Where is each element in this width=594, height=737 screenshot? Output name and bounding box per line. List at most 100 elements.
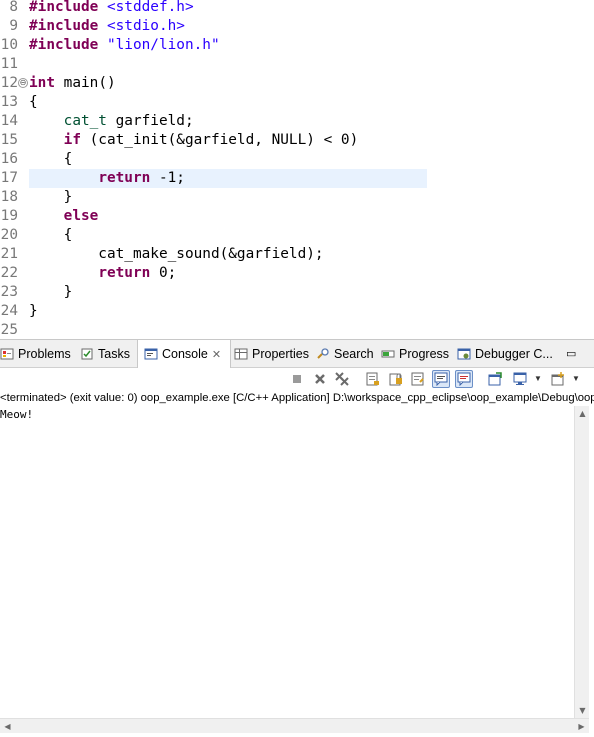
minimize-view-button[interactable]: ▭ bbox=[566, 340, 576, 368]
code-line[interactable]: 11 bbox=[0, 55, 594, 74]
code-line[interactable]: 18 } bbox=[0, 188, 594, 207]
open-console-icon bbox=[551, 372, 564, 386]
code-line[interactable]: 23 } bbox=[0, 283, 594, 302]
tab-label: Search bbox=[334, 347, 374, 361]
properties-icon bbox=[234, 348, 248, 360]
fold-toggle-icon[interactable]: ⊖ bbox=[18, 78, 28, 88]
chevron-down-icon[interactable]: ▼ bbox=[534, 374, 542, 383]
tab-label: Console bbox=[162, 347, 208, 361]
word-wrap-button[interactable] bbox=[409, 370, 427, 388]
code-line[interactable]: 12 ⊖ int main() bbox=[0, 74, 594, 93]
problems-icon bbox=[0, 348, 14, 360]
line-code: { bbox=[29, 93, 38, 112]
close-icon[interactable]: ✕ bbox=[212, 341, 221, 369]
tab-progress[interactable]: Progress bbox=[381, 340, 449, 368]
tab-search[interactable]: Search bbox=[316, 340, 374, 368]
code-line[interactable]: 8 #include <stddef.h> bbox=[0, 0, 594, 17]
code-token: cat_t bbox=[63, 113, 107, 129]
code-token: "lion/lion.h" bbox=[98, 37, 220, 53]
open-console-button[interactable] bbox=[549, 370, 567, 388]
horizontal-scrollbar[interactable]: ◀ ▶ bbox=[0, 718, 589, 733]
scroll-right-icon[interactable]: ▶ bbox=[574, 719, 589, 734]
code-token: -1; bbox=[150, 170, 185, 186]
scroll-lock-button[interactable] bbox=[387, 370, 405, 388]
vertical-scrollbar[interactable]: ▲ ▼ bbox=[574, 406, 589, 718]
code-token: { bbox=[29, 151, 73, 167]
line-code: #include "lion/lion.h" bbox=[29, 36, 220, 55]
code-token: { bbox=[29, 227, 73, 243]
code-token: int bbox=[29, 75, 55, 91]
console-icon bbox=[144, 348, 158, 360]
code-token: else bbox=[63, 208, 99, 224]
line-number: 20 bbox=[0, 227, 18, 243]
code-editor[interactable]: 8 #include <stddef.h> 9 #include <stdio.h> 1… bbox=[0, 0, 594, 339]
display-selected-console-button[interactable] bbox=[511, 370, 529, 388]
debugger-console-icon bbox=[457, 348, 471, 360]
line-number: 12 bbox=[0, 75, 18, 91]
code-line[interactable]: 24} bbox=[0, 302, 594, 321]
code-line[interactable]: 20 { bbox=[0, 226, 594, 245]
line-number: 21 bbox=[0, 246, 18, 262]
show-console-on-stdout-button[interactable] bbox=[432, 370, 450, 388]
code-token: } bbox=[29, 303, 38, 319]
code-token: } bbox=[29, 189, 73, 205]
remove-launch-button[interactable] bbox=[311, 370, 329, 388]
line-number: 17 bbox=[0, 170, 18, 186]
clear-console-icon bbox=[366, 372, 379, 386]
code-line[interactable]: 10 #include "lion/lion.h" bbox=[0, 36, 594, 55]
console-toolbar: ▼ ▼ bbox=[0, 368, 594, 390]
progress-icon bbox=[381, 350, 395, 358]
code-line[interactable]: 13 { bbox=[0, 93, 594, 112]
line-number: 8 bbox=[9, 0, 18, 15]
code-line[interactable]: 15 if (cat_init(&garfield, NULL) < 0) bbox=[0, 131, 594, 150]
line-code: } bbox=[29, 188, 73, 207]
code-token: cat_make_sound(&garfield); bbox=[29, 246, 324, 262]
minimize-icon: ▭ bbox=[566, 348, 577, 360]
line-number: 11 bbox=[0, 56, 18, 72]
line-code: { bbox=[29, 226, 73, 245]
code-token: #include bbox=[29, 0, 99, 15]
tab-tasks[interactable]: Tasks bbox=[80, 340, 130, 368]
code-line[interactable]: 21 cat_make_sound(&garfield); bbox=[0, 245, 594, 264]
stderr-icon bbox=[457, 372, 471, 386]
code-token: 0; bbox=[150, 265, 177, 281]
show-console-on-stderr-button[interactable] bbox=[455, 370, 473, 388]
code-line[interactable]: 22 return 0; bbox=[0, 264, 594, 283]
code-line[interactable]: 9 #include <stdio.h> bbox=[0, 17, 594, 36]
terminate-button[interactable] bbox=[288, 370, 306, 388]
scroll-left-icon[interactable]: ◀ bbox=[0, 719, 15, 734]
scroll-down-icon[interactable]: ▼ bbox=[575, 703, 590, 718]
line-number: 25 bbox=[0, 322, 18, 338]
code-line[interactable]: 17 return -1; bbox=[0, 169, 594, 188]
line-code: } bbox=[29, 283, 73, 302]
tab-properties[interactable]: Properties bbox=[234, 340, 309, 368]
code-line[interactable]: 16 { bbox=[0, 150, 594, 169]
tab-debugger-console[interactable]: Debugger C... bbox=[457, 340, 553, 368]
console-output-area[interactable]: Meow! bbox=[0, 406, 574, 718]
tab-console[interactable]: Console ✕ bbox=[137, 340, 231, 369]
remove-all-terminated-button[interactable] bbox=[333, 370, 351, 388]
stdout-icon bbox=[434, 372, 448, 386]
line-code: } bbox=[29, 302, 38, 321]
console-output-text[interactable]: Meow! bbox=[0, 408, 33, 421]
monitor-icon bbox=[513, 372, 527, 385]
code-line[interactable]: 14 cat_t garfield; bbox=[0, 112, 594, 131]
tab-label: Problems bbox=[18, 347, 71, 361]
line-code: #include <stddef.h> bbox=[29, 0, 194, 17]
tab-problems[interactable]: Problems bbox=[0, 340, 71, 368]
clear-console-button[interactable] bbox=[364, 370, 382, 388]
pin-icon bbox=[488, 372, 502, 386]
code-line[interactable]: 25 bbox=[0, 321, 594, 339]
pin-console-button[interactable] bbox=[486, 370, 504, 388]
chevron-down-icon[interactable]: ▼ bbox=[572, 374, 580, 383]
word-wrap-icon bbox=[411, 372, 424, 386]
remove-launch-icon bbox=[315, 374, 325, 384]
code-line[interactable]: 19 else bbox=[0, 207, 594, 226]
tasks-icon bbox=[81, 348, 93, 360]
scroll-up-icon[interactable]: ▲ bbox=[575, 406, 590, 421]
line-code: return -1; bbox=[29, 169, 185, 188]
